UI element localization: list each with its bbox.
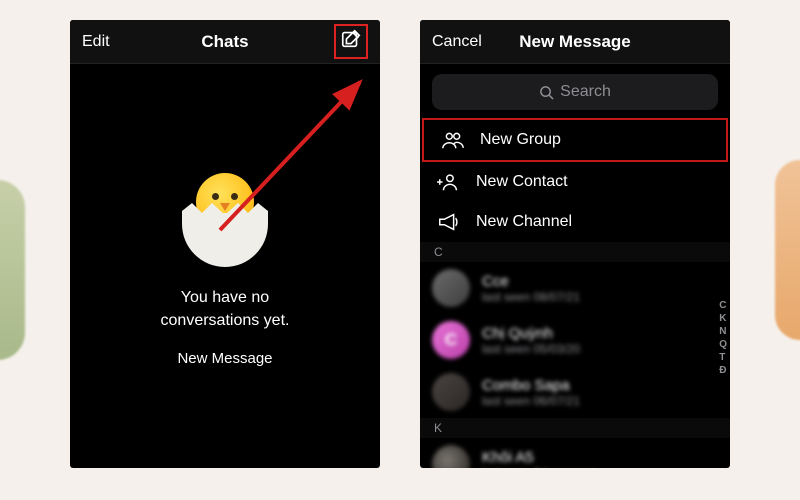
alphabet-index[interactable]: C K N Q T Đ (719, 300, 727, 376)
section-header-c: C (420, 242, 730, 262)
contact-row[interactable]: Khôi A5 last seen 3 hours ago (420, 438, 730, 468)
avatar (432, 373, 470, 411)
chats-navbar: Edit Chats (70, 20, 380, 64)
contact-subtitle: last seen 08/07/21 (482, 290, 580, 304)
section-header-k: K (420, 418, 730, 438)
new-message-title: New Message (519, 32, 631, 52)
contact-row[interactable]: Combo Sapa last seen 06/07/21 (420, 366, 730, 418)
new-channel-label: New Channel (476, 213, 572, 231)
compose-button-highlight (334, 24, 368, 59)
edit-button[interactable]: Edit (82, 33, 110, 51)
search-input[interactable]: Search (432, 74, 718, 110)
empty-chats-body: You have no conversations yet. New Messa… (70, 64, 380, 468)
index-letter[interactable]: Q (719, 339, 727, 350)
new-group-row[interactable]: New Group (422, 118, 728, 162)
phone-screen-chats: Edit Chats (70, 20, 380, 468)
index-letter[interactable]: N (719, 326, 727, 337)
cancel-button[interactable]: Cancel (432, 33, 482, 51)
contact-name: Khôi A5 (482, 449, 597, 466)
index-letter[interactable]: C (719, 300, 727, 311)
new-message-button[interactable]: New Message (177, 350, 272, 367)
contact-name: Chị Quỳnh (482, 325, 580, 342)
index-letter[interactable]: K (719, 313, 727, 324)
index-letter[interactable]: T (719, 352, 727, 363)
new-contact-label: New Contact (476, 173, 568, 191)
compose-icon (340, 28, 362, 50)
add-contact-icon (436, 172, 462, 192)
index-letter[interactable]: Đ (719, 365, 727, 376)
search-placeholder: Search (560, 83, 611, 101)
decorative-blob-right (775, 160, 800, 340)
search-icon (539, 85, 554, 100)
search-wrap: Search (420, 64, 730, 118)
new-contact-row[interactable]: New Contact (420, 162, 730, 202)
new-channel-row[interactable]: New Channel (420, 202, 730, 242)
newmsg-navbar: Cancel New Message (420, 20, 730, 64)
chats-title: Chats (201, 32, 248, 52)
contact-subtitle: last seen 06/07/21 (482, 394, 580, 408)
decorative-blob-left (0, 180, 25, 360)
contact-name: Combo Sapa (482, 377, 580, 394)
contact-row[interactable]: C Chị Quỳnh last seen 05/03/20 (420, 314, 730, 366)
avatar (432, 269, 470, 307)
tutorial-stage: Edit Chats (50, 20, 750, 480)
avatar (432, 445, 470, 468)
group-icon (440, 130, 466, 150)
contact-name: Cce (482, 273, 580, 290)
empty-state-text: You have no conversations yet. (161, 287, 290, 332)
channel-icon (436, 212, 462, 232)
avatar: C (432, 321, 470, 359)
compose-button[interactable] (340, 28, 362, 55)
contact-subtitle: last seen 05/03/20 (482, 342, 580, 356)
new-group-label: New Group (480, 131, 561, 149)
new-options-list: New Group New Contact New Channel (420, 118, 730, 242)
phone-screen-new-message: Cancel New Message Search New Group (420, 20, 730, 468)
contact-row[interactable]: Cce last seen 08/07/21 (420, 262, 730, 314)
hatching-chick-illustration (170, 165, 280, 275)
contact-subtitle: last seen 3 hours ago (482, 466, 597, 469)
